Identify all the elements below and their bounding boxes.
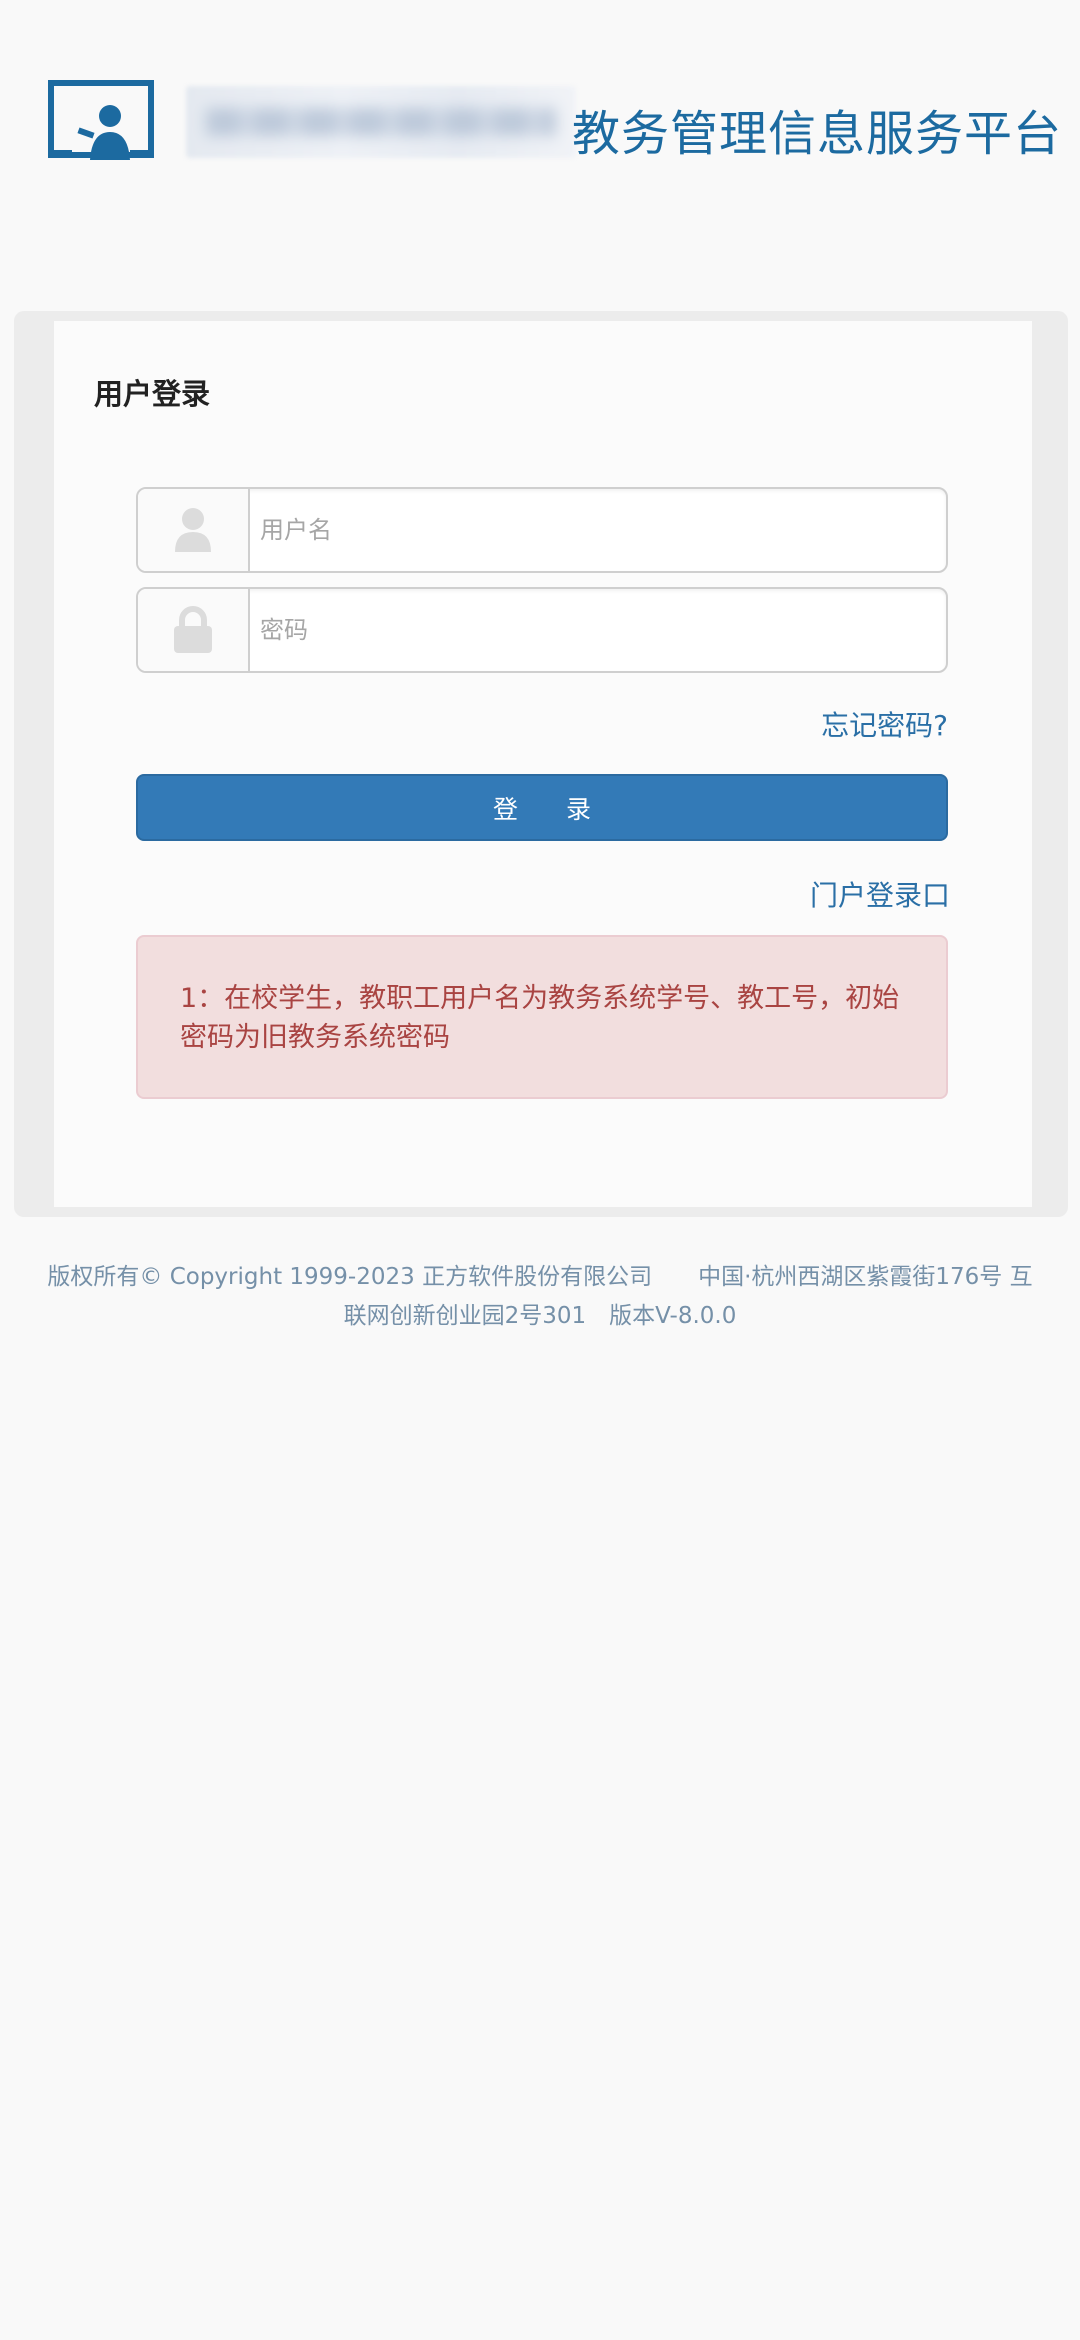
- lock-icon: [174, 606, 212, 653]
- footer-version: 联网创新创业园2号301 版本V-8.0.0: [343, 1303, 737, 1329]
- password-group: [136, 587, 948, 673]
- footer-copyright: 版权所有© Copyright 1999-2023 正方软件股份有限公司 中国·…: [47, 1264, 1033, 1290]
- user-icon: [175, 508, 211, 552]
- password-input[interactable]: [250, 589, 946, 671]
- password-addon: [138, 589, 250, 671]
- login-form: 用户登录 忘记密码?: [54, 321, 1032, 1207]
- school-name-redacted: [186, 86, 576, 158]
- username-input[interactable]: [250, 489, 946, 571]
- footer: 版权所有© Copyright 1999-2023 正方软件股份有限公司 中国·…: [40, 1258, 1040, 1336]
- username-group: [136, 487, 948, 573]
- header: 教务管理信息服务平台: [48, 76, 1061, 176]
- login-heading: 用户登录: [94, 377, 211, 411]
- portal-login-link[interactable]: 门户登录口: [810, 874, 950, 914]
- username-addon: [138, 489, 250, 571]
- login-page: 教务管理信息服务平台 用户登录 用户名 忘记密码? 登 录 门户登录口 1：在校…: [0, 0, 1080, 2340]
- forgot-password-link[interactable]: 忘记密码?: [821, 704, 948, 744]
- page-title: 教务管理信息服务平台: [572, 106, 1063, 162]
- notice-alert: 1：在校学生，教职工用户名为教务系统学号、教工号，初始密码为旧教务系统密码: [136, 935, 948, 1099]
- login-panel: 用户登录 忘记密码?: [14, 311, 1068, 1217]
- login-button[interactable]: 登 录: [136, 774, 948, 841]
- presentation-user-icon: [48, 80, 154, 160]
